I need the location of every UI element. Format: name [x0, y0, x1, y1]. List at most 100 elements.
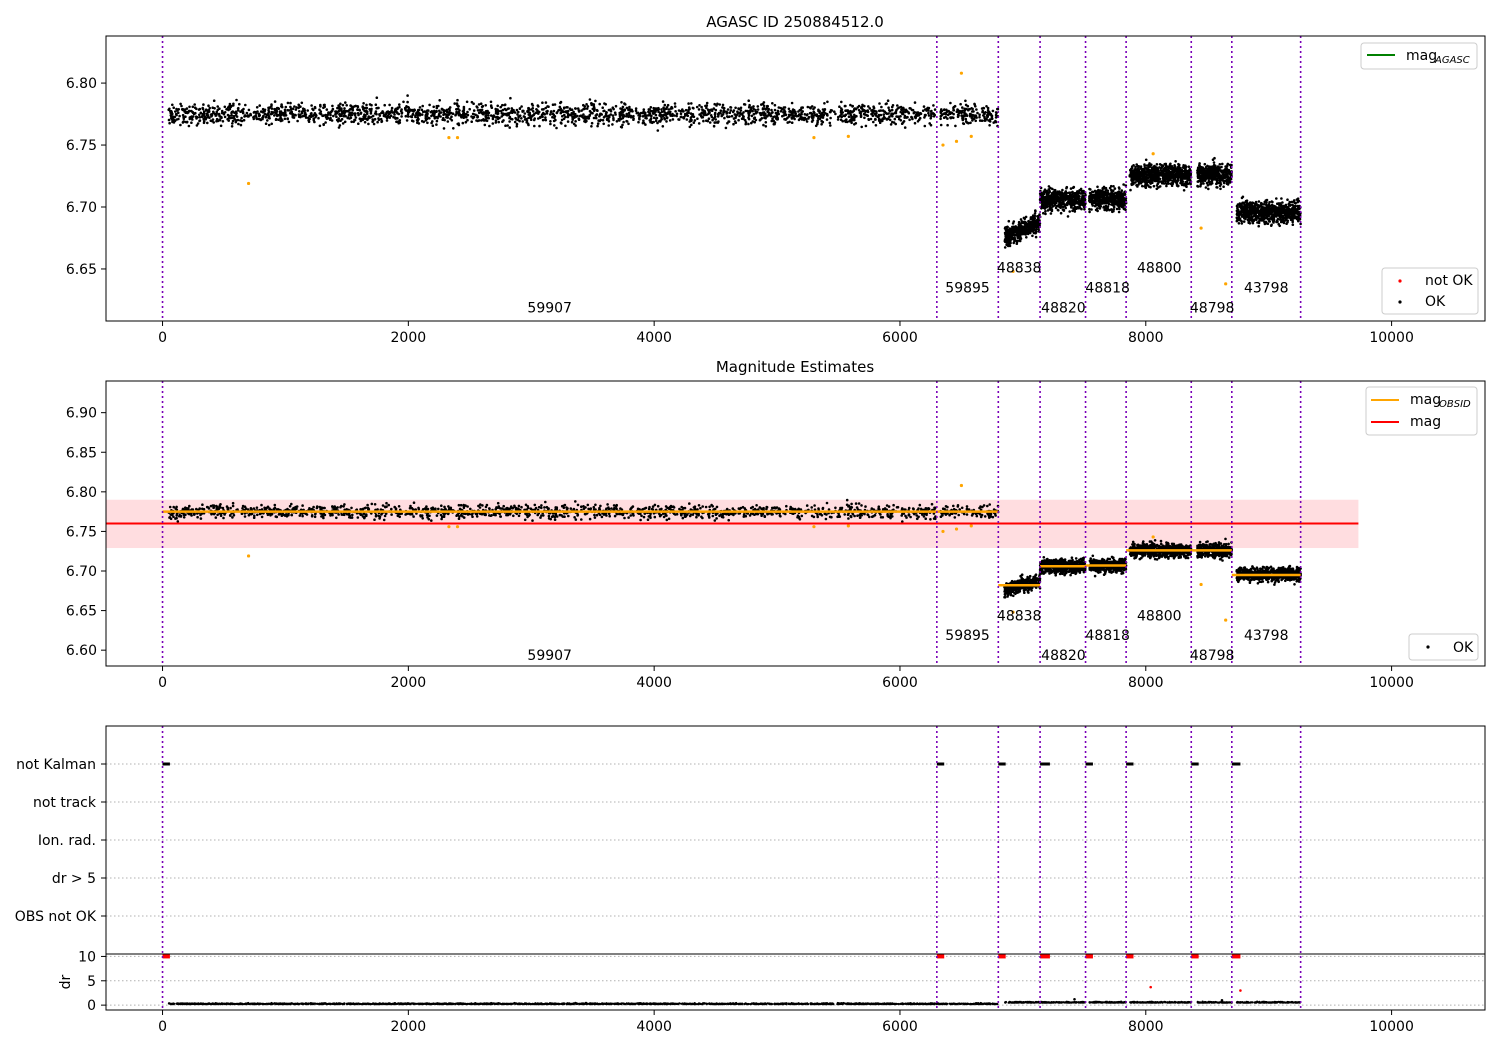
flag-label: Ion. rad.	[38, 833, 96, 849]
dr-tick-label: 5	[87, 974, 96, 990]
outlier-point	[447, 525, 451, 529]
dr-tick-label: 10	[78, 949, 96, 965]
flags-panel: not Kalman not track Ion. rad. dr > 5 OBS no…	[15, 725, 1486, 1035]
estimates-xtick-label: 4000	[636, 675, 672, 691]
flag-label: OBS not OK	[15, 909, 97, 925]
obsid-label: 59895	[945, 628, 990, 644]
outlier-point	[1224, 282, 1228, 286]
outlier-point	[959, 483, 964, 488]
flag-label: not Kalman	[16, 757, 96, 773]
agasc-xtick-label: 4000	[636, 330, 672, 346]
outlier-point	[455, 136, 460, 140]
agasc-ytick-label: 6.75	[66, 138, 97, 154]
obsid-label: 48820	[1041, 300, 1086, 316]
agasc-panel: AGASC ID 250884512.0 0 2000 4000 6000 8000 10…	[66, 13, 1486, 346]
estimates-panel-title: Magnitude Estimates	[716, 358, 874, 376]
data-point-cloud	[1038, 185, 1087, 218]
flag-label: dr > 5	[52, 871, 96, 887]
data-point-cloud	[1235, 195, 1302, 228]
obsid-label: 48798	[1190, 648, 1235, 664]
flag-label: not track	[33, 795, 97, 811]
outlier-point	[954, 139, 959, 143]
estimates-xtick-label: 6000	[882, 675, 918, 691]
outlier-point	[246, 181, 251, 186]
legend-marker	[1426, 645, 1430, 649]
dr-high-points	[1085, 954, 1093, 959]
not-kalman-flag	[1126, 762, 1134, 766]
agasc-xtick-label: 2000	[391, 330, 427, 346]
agasc-plot-frame	[105, 35, 1486, 322]
obsid-label: 48798	[1190, 300, 1235, 316]
legend-label: mag	[1410, 414, 1441, 430]
data-point-cloud	[1128, 158, 1193, 192]
outlier-point	[1151, 152, 1155, 156]
agasc-xtick-label: 8000	[1128, 330, 1164, 346]
agasc-xtick-label: 6000	[882, 330, 918, 346]
dr-extra-point	[1149, 985, 1152, 989]
obsid-label: 48800	[1137, 608, 1182, 624]
estimates-legend-bottom: OK	[1408, 633, 1479, 661]
dr-extra-point	[1239, 989, 1242, 992]
dr-high-points	[1191, 954, 1199, 959]
dr-high-points	[1040, 954, 1050, 959]
agasc-panel-title: AGASC ID 250884512.0	[706, 13, 884, 31]
outlier-point	[954, 527, 959, 531]
legend-label: not OK	[1425, 273, 1473, 289]
flags-xtick-label: 10000	[1369, 1019, 1414, 1035]
flags-xtick-label: 2000	[391, 1019, 427, 1035]
figure: AGASC ID 250884512.0 0 2000 4000 6000 8000 10…	[15, 13, 1486, 1035]
outlier-point	[1151, 535, 1155, 539]
flags-xtick-label: 6000	[882, 1019, 918, 1035]
dr-axis-label: dr	[58, 974, 74, 989]
outlier-point	[846, 524, 850, 528]
outlier-point	[447, 136, 451, 140]
agasc-ytick-label: 6.65	[66, 262, 97, 278]
estimates-legend-top: magOBSIDmag	[1365, 386, 1478, 436]
agasc-xtick-label: 10000	[1369, 330, 1414, 346]
agasc-ytick-label: 6.70	[66, 200, 97, 216]
data-point-cloud	[1088, 183, 1128, 214]
estimates-ytick-label: 6.85	[66, 445, 97, 461]
obsid-label: 48838	[997, 261, 1042, 277]
obsid-label: 59907	[527, 648, 572, 664]
obsid-label: 48818	[1085, 628, 1130, 644]
outlier-point	[455, 525, 460, 529]
not-kalman-flag	[1231, 762, 1241, 766]
outlier-point	[812, 136, 816, 140]
agasc-legend-bottom: not OK OK	[1381, 267, 1479, 315]
dr-high-points	[162, 954, 170, 959]
outlier-point	[969, 524, 973, 528]
not-kalman-flag	[936, 762, 945, 766]
obsid-label: 48838	[997, 608, 1042, 624]
dr-high-points	[936, 954, 945, 959]
estimates-ytick-label: 6.80	[66, 485, 97, 501]
estimates-xtick-label: 10000	[1369, 675, 1414, 691]
obsid-label: 59895	[945, 281, 990, 297]
obsid-label: 48818	[1085, 281, 1130, 297]
outlier-point	[1199, 226, 1203, 230]
outlier-point	[812, 525, 816, 529]
dr-high-points	[998, 954, 1006, 959]
legend-label: mag	[1410, 392, 1441, 408]
outlier-point	[1199, 582, 1203, 587]
not-kalman-flag	[1085, 762, 1093, 766]
outlier-point	[941, 143, 945, 147]
agasc-legend-top: magAGASC	[1360, 42, 1478, 70]
dr-points	[167, 1000, 1302, 1006]
dr-extra-point	[1220, 998, 1224, 1002]
estimates-panel: Magnitude Estimates 0 2000 4000 6000 8000 100…	[66, 358, 1486, 691]
obsid-label: 43798	[1244, 628, 1289, 644]
obsid-label: 59907	[527, 300, 572, 316]
legend-marker	[1398, 279, 1402, 283]
legend-label: OK	[1425, 294, 1446, 310]
not-kalman-flag	[1040, 762, 1050, 766]
dr-extra-point	[1073, 997, 1076, 1001]
outlier-point	[941, 529, 945, 534]
flags-xtick-label: 0	[158, 1019, 167, 1035]
legend-marker	[1398, 300, 1402, 304]
data-point-cloud	[1003, 209, 1042, 249]
dr-high-points	[1231, 954, 1241, 959]
estimates-ytick-label: 6.75	[66, 524, 97, 540]
flags-xtick-label: 4000	[636, 1019, 672, 1035]
not-kalman-flag	[162, 762, 170, 766]
